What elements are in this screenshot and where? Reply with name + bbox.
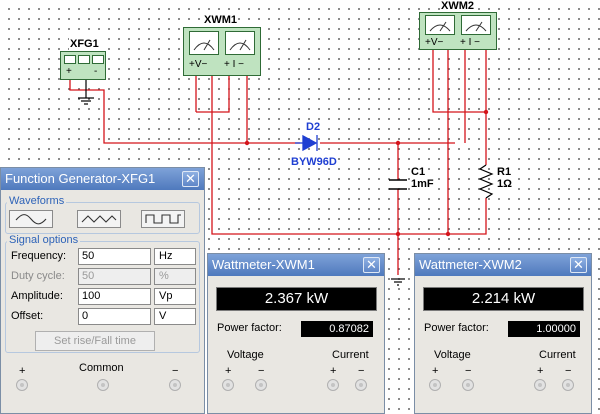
- wm1-window-title: Wattmeter-XWM1: [212, 257, 315, 272]
- wm1-voltage-meter-icon: [189, 31, 219, 55]
- wm1-current-plus: +: [330, 365, 337, 377]
- close-icon: ✕: [573, 257, 584, 272]
- resistor-ref-label: R1: [496, 166, 513, 178]
- function-generator-window: Function Generator-XFG1 ✕ Waveforms Sign…: [0, 167, 205, 414]
- wm2-current-plus: +: [537, 365, 544, 377]
- offset-input[interactable]: 0: [78, 308, 151, 325]
- amplitude-label: Amplitude:: [11, 290, 63, 302]
- fg-minus-label: −: [172, 365, 179, 377]
- diode-ref-label: D2: [305, 121, 322, 133]
- wm2-voltage-minus-terminal[interactable]: [462, 379, 474, 391]
- fg-titlebar[interactable]: Function Generator-XFG1: [1, 168, 204, 190]
- wm1-voltage-label: Voltage: [227, 349, 264, 361]
- set-rise-fall-time-button[interactable]: Set rise/Fall time: [35, 331, 155, 351]
- sine-wave-icon: [64, 55, 76, 64]
- wm2-instrument-label: XWM2: [440, 0, 475, 12]
- wm1-power-factor-label: Power factor:: [217, 322, 282, 334]
- frequency-input[interactable]: 50: [78, 248, 151, 265]
- wm1-close-button[interactable]: ✕: [363, 257, 380, 273]
- wm1-instrument-label: XWM1: [203, 14, 238, 26]
- square-wave-icon: [92, 55, 104, 64]
- square-wave-icon: [145, 214, 181, 224]
- wm2-current-label: Current: [539, 349, 576, 361]
- wm2-voltage-meter-icon: [425, 15, 455, 35]
- wm1-voltage-terminal-label: +V−: [189, 59, 208, 70]
- function-generator-instrument[interactable]: + -: [60, 51, 106, 80]
- fg-terminal-plus: +: [66, 66, 72, 77]
- wm2-current-minus-terminal[interactable]: [562, 379, 574, 391]
- wm1-voltage-plus: +: [225, 365, 232, 377]
- wattmeter2-instrument[interactable]: +V− + I −: [419, 12, 497, 50]
- wm1-titlebar[interactable]: Wattmeter-XWM1: [208, 254, 384, 276]
- capacitor-value-label: 1mF: [410, 178, 435, 190]
- wm2-current-meter-icon: [461, 15, 491, 35]
- wm2-current-terminal-label: + I −: [460, 37, 481, 48]
- wm1-power-readout: 2.367 kW: [216, 287, 377, 311]
- wm2-current-minus: −: [565, 365, 572, 377]
- wm1-voltage-minus-terminal[interactable]: [255, 379, 267, 391]
- wm1-voltage-minus: −: [258, 365, 265, 377]
- wm2-voltage-plus-terminal[interactable]: [429, 379, 441, 391]
- wm1-current-meter-icon: [225, 31, 255, 55]
- wattmeter1-instrument[interactable]: +V− + I −: [183, 27, 261, 76]
- close-icon: ✕: [366, 257, 377, 272]
- wm2-power-factor-value: 1.00000: [508, 321, 580, 337]
- wm2-titlebar[interactable]: Wattmeter-XWM2: [415, 254, 591, 276]
- wm2-power-factor-label: Power factor:: [424, 322, 489, 334]
- fg-terminal-minus: -: [94, 66, 98, 77]
- resistor-value-label: 1Ω: [496, 178, 513, 190]
- duty-cycle-unit: %: [154, 268, 196, 285]
- sine-waveform-button[interactable]: [9, 210, 53, 228]
- signal-options-title: Signal options: [7, 234, 81, 246]
- wm1-current-plus-terminal[interactable]: [327, 379, 339, 391]
- amplitude-input[interactable]: 100: [78, 288, 151, 305]
- fg-common-terminal[interactable]: [97, 379, 109, 391]
- duty-cycle-input[interactable]: 50: [78, 268, 151, 285]
- wm1-current-minus: −: [358, 365, 365, 377]
- amplitude-unit-select[interactable]: Vp: [154, 288, 196, 305]
- wm2-voltage-plus: +: [432, 365, 439, 377]
- wm1-current-terminal-label: + I −: [224, 59, 245, 70]
- wm1-voltage-plus-terminal[interactable]: [222, 379, 234, 391]
- wm2-current-plus-terminal[interactable]: [534, 379, 546, 391]
- square-waveform-button[interactable]: [141, 210, 185, 228]
- duty-cycle-label: Duty cycle:: [11, 270, 65, 282]
- wattmeter2-window: Wattmeter-XWM2 ✕ 2.214 kW Power factor: …: [414, 253, 592, 414]
- triangle-waveform-button[interactable]: [77, 210, 121, 228]
- wm2-power-readout: 2.214 kW: [423, 287, 584, 311]
- fg-plus-terminal[interactable]: [16, 379, 28, 391]
- diode-part-label: BYW96D: [290, 156, 338, 168]
- fg-window-title: Function Generator-XFG1: [5, 171, 156, 186]
- wm2-voltage-minus: −: [465, 365, 472, 377]
- wattmeter1-window: Wattmeter-XWM1 ✕ 2.367 kW Power factor: …: [207, 253, 385, 414]
- frequency-label: Frequency:: [11, 250, 67, 262]
- wm1-current-label: Current: [332, 349, 369, 361]
- offset-unit-select[interactable]: V: [154, 308, 196, 325]
- fg-minus-terminal[interactable]: [169, 379, 181, 391]
- fg-common-label: Common: [79, 362, 124, 374]
- fg-instrument-label: XFG1: [69, 38, 100, 50]
- waveforms-title: Waveforms: [7, 195, 67, 207]
- wm2-voltage-label: Voltage: [434, 349, 471, 361]
- fg-plus-label: +: [19, 365, 26, 377]
- triangle-wave-icon: [81, 215, 117, 223]
- offset-label: Offset:: [11, 310, 44, 322]
- sine-wave-icon: [15, 214, 47, 225]
- wm1-current-minus-terminal[interactable]: [355, 379, 367, 391]
- frequency-unit-select[interactable]: Hz: [154, 248, 196, 265]
- triangle-wave-icon: [78, 55, 90, 64]
- capacitor-ref-label: C1: [410, 166, 427, 178]
- fg-close-button[interactable]: ✕: [182, 171, 199, 187]
- wm2-voltage-terminal-label: +V−: [425, 37, 444, 48]
- wm2-close-button[interactable]: ✕: [570, 257, 587, 273]
- wm1-power-factor-value: 0.87082: [301, 321, 373, 337]
- close-icon: ✕: [185, 171, 196, 186]
- wm2-window-title: Wattmeter-XWM2: [419, 257, 522, 272]
